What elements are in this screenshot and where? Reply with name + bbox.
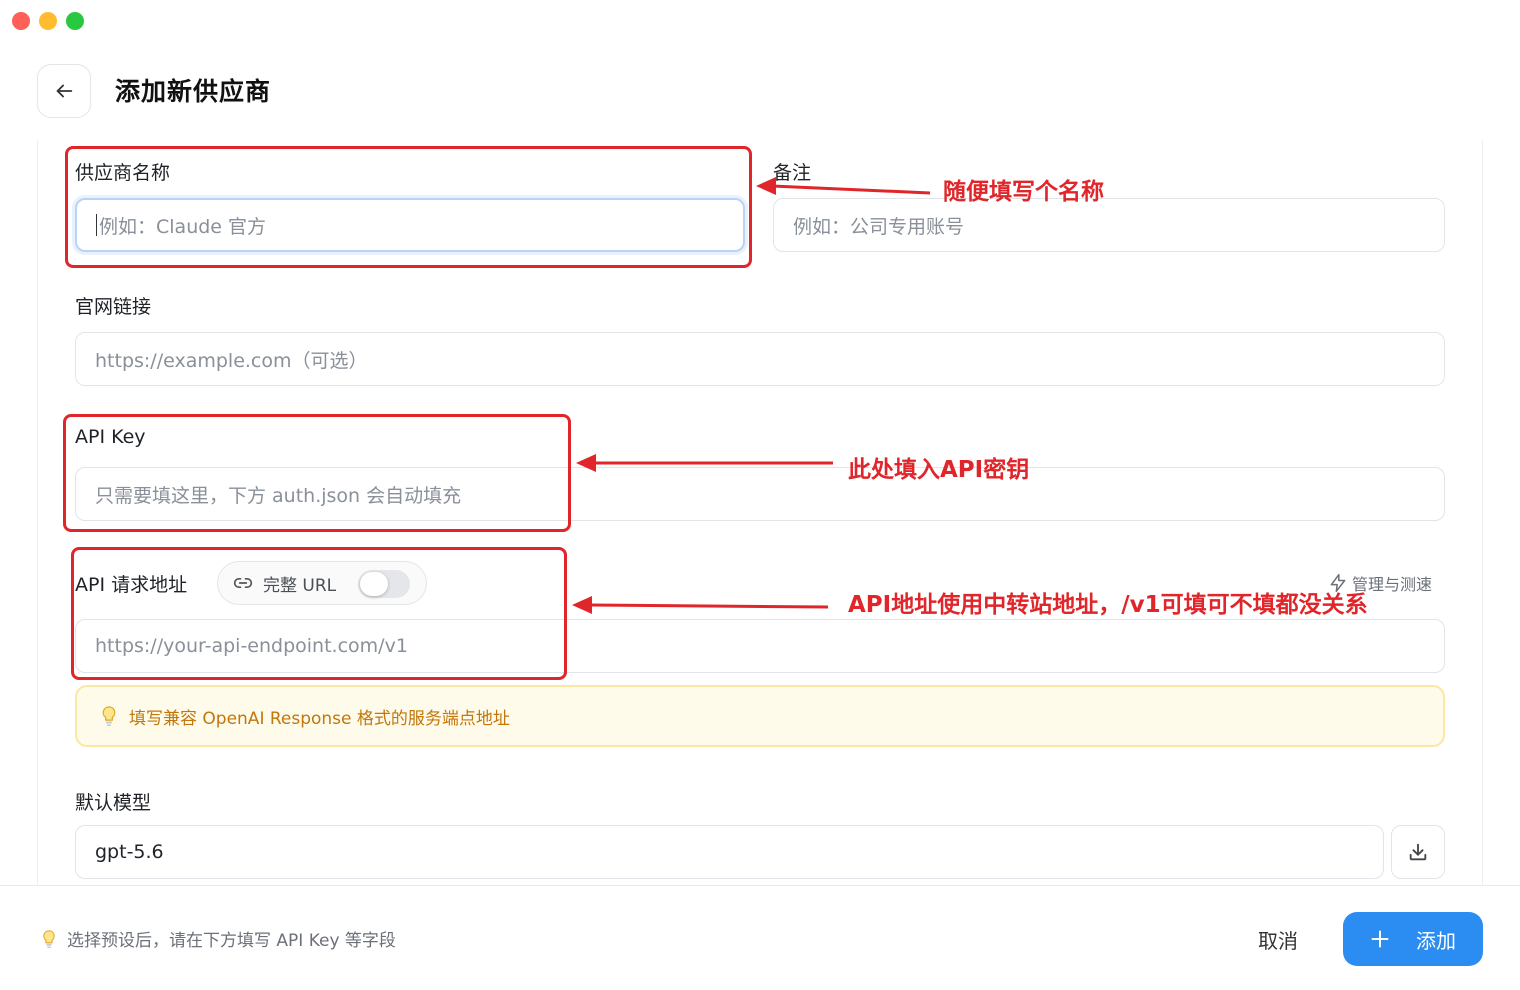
minimize-window-button[interactable]: [39, 12, 57, 30]
notes-label: 备注: [773, 162, 812, 184]
back-button[interactable]: [37, 64, 91, 118]
endpoint-hint: 填写兼容 OpenAI Response 格式的服务端点地址: [75, 685, 1445, 747]
lightbulb-icon: [102, 706, 116, 726]
page-title: 添加新供应商: [115, 77, 272, 106]
footer-hint: 选择预设后，请在下方填写 API Key 等字段: [40, 926, 396, 951]
plus-icon: [1371, 930, 1389, 948]
window-controls: [12, 12, 84, 30]
default-model-value: gpt-5.6: [95, 841, 164, 863]
notes-input[interactable]: 例如：公司专用账号: [773, 198, 1445, 252]
footer-hint-text: 选择预设后，请在下方填写 API Key 等字段: [67, 931, 396, 951]
annotation-box-api-key: [63, 414, 571, 532]
app-window: 添加新供应商 供应商名称 例如：Claude 官方 备注 例如：公司专用账号 官…: [0, 0, 1520, 990]
annotation-box-api-url: [71, 547, 567, 680]
website-input[interactable]: https://example.com（可选）: [75, 332, 1445, 386]
default-model-label: 默认模型: [75, 792, 152, 814]
website-label: 官网链接: [75, 296, 152, 318]
annotation-text-key: 此处填入API密钥: [848, 457, 1030, 483]
add-button[interactable]: 添加: [1343, 912, 1483, 966]
add-button-label: 添加: [1416, 928, 1456, 953]
default-model-input[interactable]: gpt-5.6: [75, 825, 1384, 879]
fetch-models-button[interactable]: [1391, 825, 1445, 879]
arrow-left-icon: [56, 84, 73, 98]
zoom-window-button[interactable]: [66, 12, 84, 30]
close-window-button[interactable]: [12, 12, 30, 30]
footer-bar: 选择预设后，请在下方填写 API Key 等字段 取消 添加: [0, 885, 1520, 990]
annotation-text-url: API地址使用中转站地址，/v1可填可不填都没关系: [848, 592, 1368, 618]
annotation-text-name: 随便填写个名称: [943, 179, 1104, 205]
lightbulb-icon: [43, 929, 55, 948]
annotation-box-provider-name: [65, 146, 752, 268]
notes-placeholder: 例如：公司专用账号: [793, 215, 965, 238]
download-icon: [1409, 843, 1427, 861]
cancel-button[interactable]: 取消: [1230, 912, 1326, 966]
endpoint-hint-text: 填写兼容 OpenAI Response 格式的服务端点地址: [129, 708, 510, 729]
website-placeholder: https://example.com（可选）: [95, 349, 368, 372]
